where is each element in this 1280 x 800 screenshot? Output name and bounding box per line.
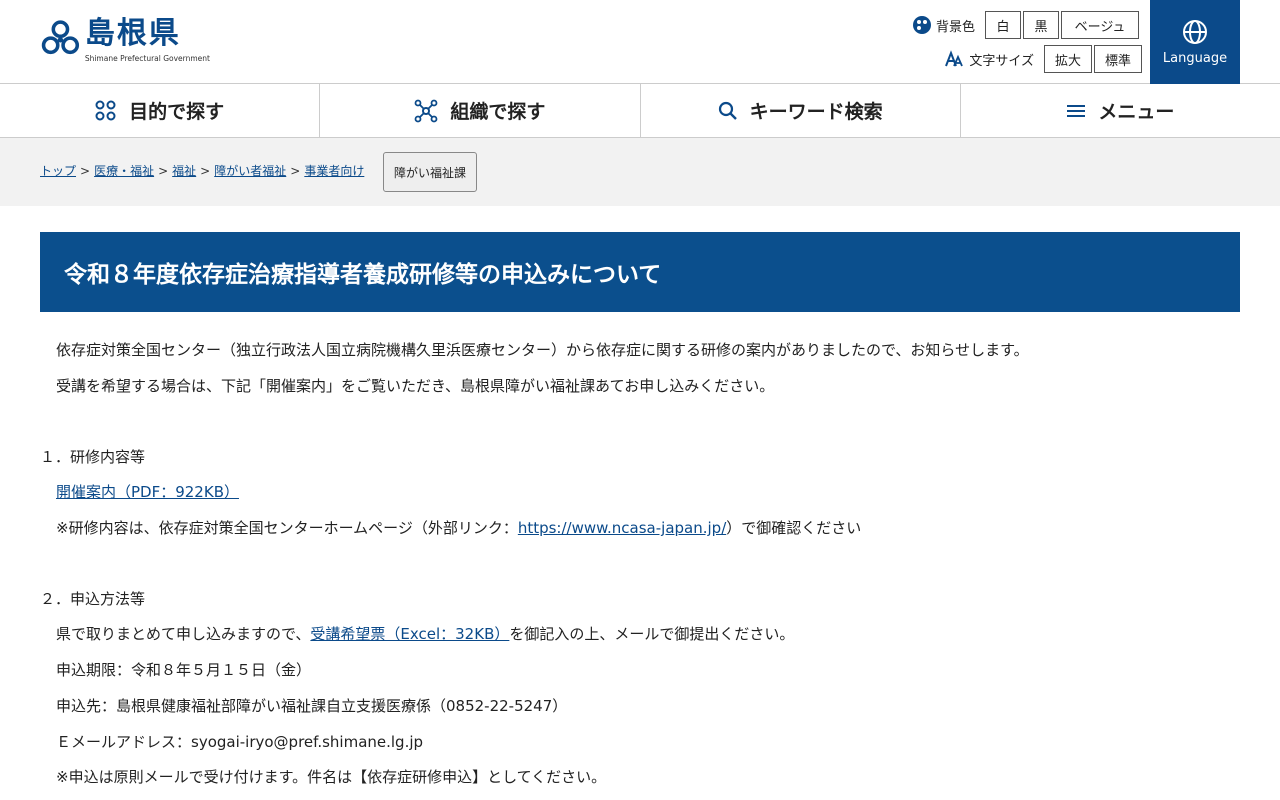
- font-standard-button[interactable]: 標準: [1094, 45, 1142, 73]
- section-1-heading: １．研修内容等: [40, 448, 146, 466]
- display-settings: 背景色 白 黒 ベージュ 文字サイズ 拡大 標準: [912, 10, 1142, 78]
- bg-black-button[interactable]: 黒: [1023, 11, 1060, 39]
- section-2-line-1: 県で取りまとめて申し込みますので、受講希望票（Excel：32KB）を御記入の上…: [56, 625, 795, 643]
- language-button[interactable]: Language: [1150, 0, 1240, 84]
- breadcrumb-separator: >: [80, 163, 91, 178]
- nav-menu[interactable]: メニュー: [961, 84, 1280, 137]
- breadcrumb-for-business[interactable]: 事業者向け: [304, 162, 364, 179]
- application-form-link[interactable]: 受講希望票（Excel：32KB）: [310, 625, 509, 643]
- palette-icon: [913, 16, 931, 34]
- department-button[interactable]: 障がい福祉課: [383, 152, 478, 192]
- application-email: Ｅメールアドレス：syogai-iryo@pref.shimane.lg.jp: [56, 733, 424, 751]
- nav-keyword-search[interactable]: キーワード検索: [641, 84, 961, 137]
- breadcrumb-medical-welfare[interactable]: 医療・福祉: [94, 162, 154, 179]
- site-header: 島根県 Shimane Prefectural Government 背景色 白…: [0, 0, 1280, 84]
- shimane-emblem-icon: [41, 20, 80, 55]
- site-logo[interactable]: 島根県 Shimane Prefectural Government: [40, 16, 210, 68]
- search-icon: [718, 101, 737, 120]
- nav-purpose-label: 目的で探す: [129, 101, 225, 123]
- breadcrumb-top[interactable]: トップ: [40, 162, 76, 179]
- intro-paragraph-1: 依存症対策全国センター（独立行政法人国立病院機構久里浜医療センター）から依存症に…: [56, 341, 1029, 359]
- global-nav: 目的で探す 組織で探す キーワード検索 メニュー: [0, 84, 1280, 138]
- grid-dots-icon: [95, 100, 116, 120]
- bg-beige-button[interactable]: ベージュ: [1061, 11, 1140, 39]
- breadcrumb-separator: >: [158, 163, 169, 178]
- bg-color-label: 背景色: [936, 19, 976, 35]
- network-icon: [414, 99, 438, 122]
- font-enlarge-button[interactable]: 拡大: [1044, 45, 1092, 73]
- ncasa-external-link[interactable]: https://www.ncasa-japan.jp/: [518, 519, 726, 537]
- application-note: ※申込は原則メールで受け付けます。件名は【依存症研修申込】としてください。: [56, 768, 607, 786]
- nav-organization[interactable]: 組織で探す: [320, 84, 641, 137]
- breadcrumb-disability-welfare[interactable]: 障がい者福祉: [214, 162, 286, 179]
- breadcrumb-welfare[interactable]: 福祉: [172, 162, 196, 179]
- section-1-note: ※研修内容は、依存症対策全国センターホームページ（外部リンク：https://w…: [56, 519, 862, 537]
- breadcrumb-separator: >: [200, 163, 211, 178]
- application-deadline: 申込期限：令和８年５月１５日（金）: [56, 661, 312, 679]
- logo-subtitle: Shimane Prefectural Government: [84, 54, 210, 63]
- font-size-icon: [945, 50, 964, 67]
- guide-pdf-link[interactable]: 開催案内（PDF：922KB）: [56, 483, 239, 501]
- logo-title: 島根県: [84, 16, 181, 51]
- nav-purpose[interactable]: 目的で探す: [0, 84, 321, 137]
- bg-white-button[interactable]: 白: [985, 11, 1022, 39]
- nav-keyword-search-label: キーワード検索: [749, 101, 883, 123]
- nav-menu-label: メニュー: [1098, 101, 1175, 123]
- breadcrumb: トップ > 医療・福祉 > 福祉 > 障がい者福祉 > 事業者向け: [40, 162, 364, 179]
- page-title: 令和８年度依存症治療指導者養成研修等の申込みについて: [40, 232, 1240, 312]
- breadcrumb-bar: トップ > 医療・福祉 > 福祉 > 障がい者福祉 > 事業者向け 障がい福祉課: [0, 138, 1280, 206]
- nav-organization-label: 組織で探す: [450, 101, 546, 123]
- font-size-label: 文字サイズ: [969, 53, 1034, 69]
- tagline: [232, 20, 322, 60]
- section-2-heading: ２．申込方法等: [40, 590, 146, 608]
- language-label: Language: [1162, 50, 1228, 66]
- intro-paragraph-2: 受講を希望する場合は、下記「開催案内」をご覧いただき、島根県障がい福祉課あてお申…: [56, 377, 775, 395]
- hamburger-icon: [1067, 104, 1086, 117]
- application-contact: 申込先：島根県健康福祉部障がい福祉課自立支援医療係（0852-22-5247）: [56, 697, 568, 715]
- breadcrumb-separator: >: [290, 163, 301, 178]
- globe-icon: [1183, 19, 1207, 44]
